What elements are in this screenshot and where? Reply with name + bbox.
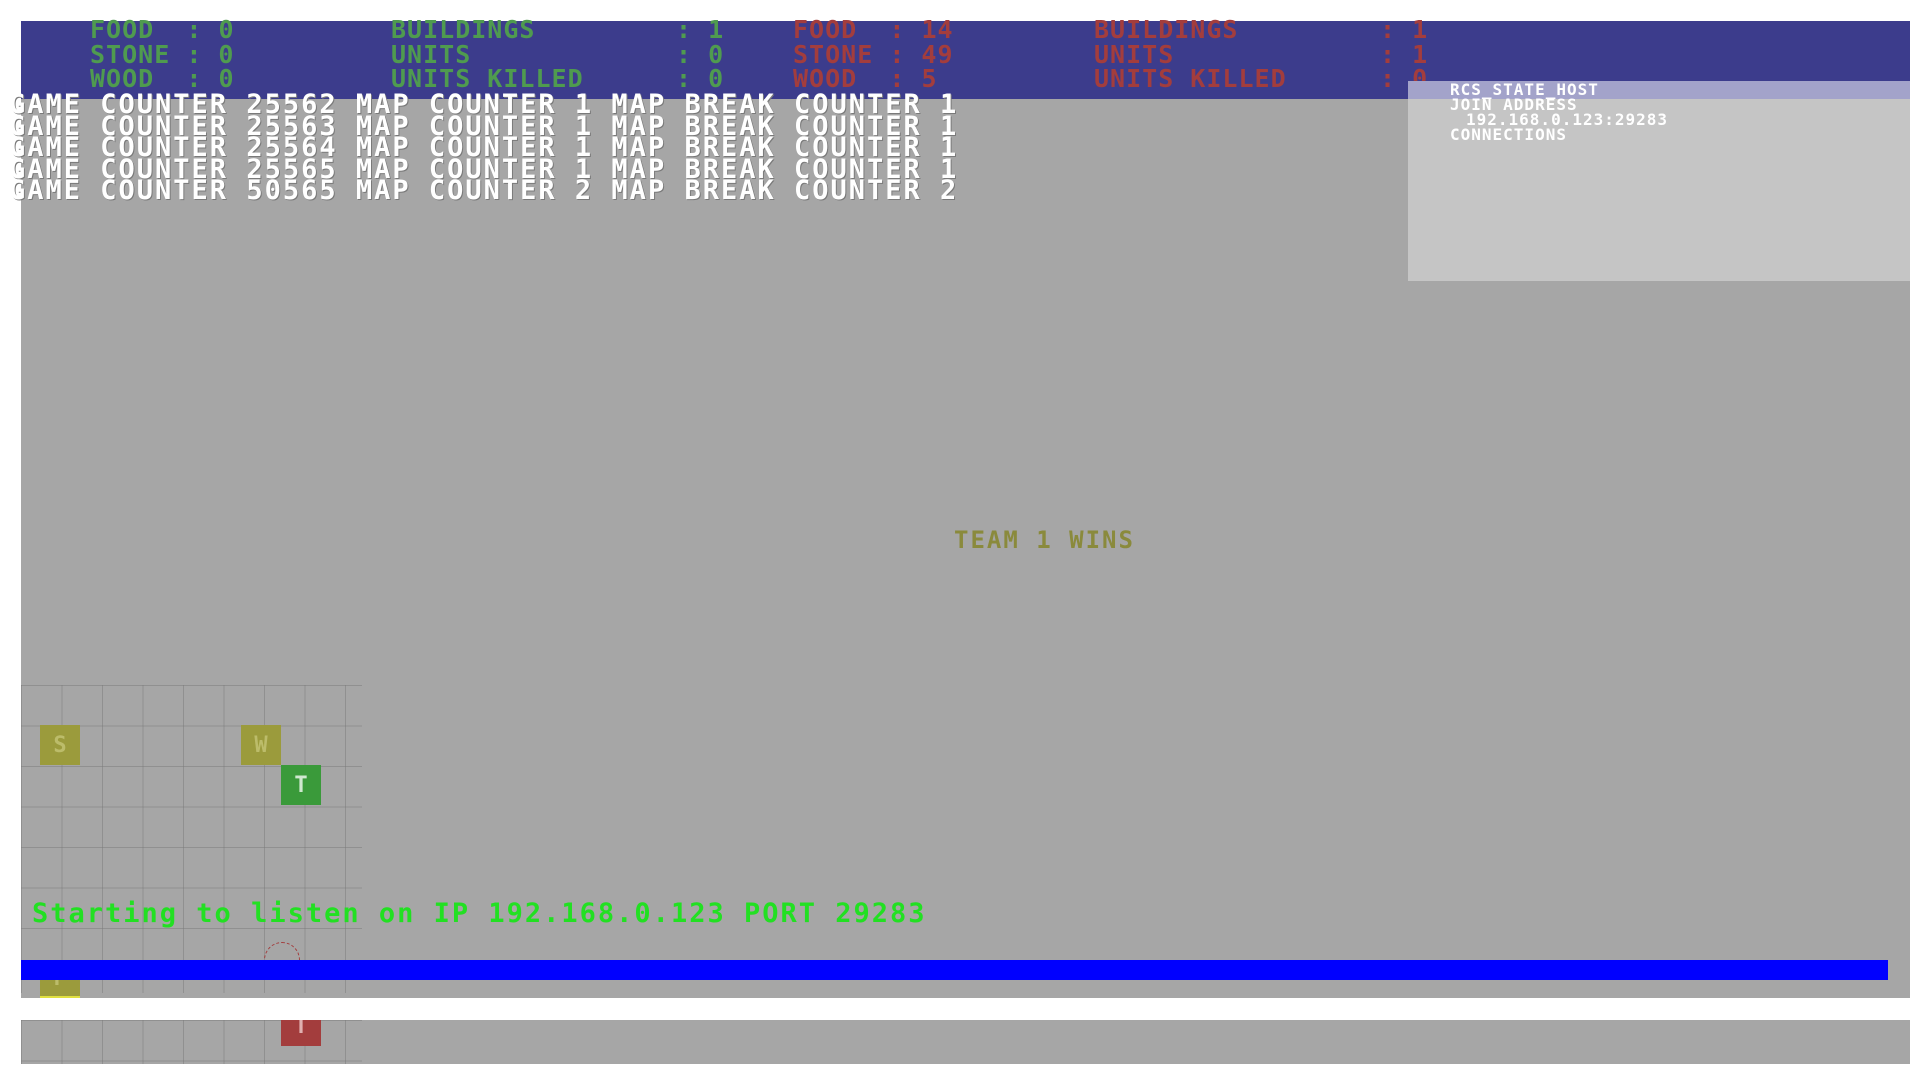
debug-line: GAME COUNTER 50565 MAP COUNTER 2 MAP BRE… — [9, 175, 959, 206]
team1-food-stat: FOOD : 0 — [90, 15, 235, 44]
team1-buildings-label: BUILDINGS — [391, 15, 536, 44]
win-message: TEAM 1 WINS — [954, 526, 1135, 554]
tile-letter: T — [294, 1020, 308, 1039]
debug-counter-log: GAME COUNTER 25562 MAP COUNTER 1 MAP BRE… — [9, 91, 959, 206]
tile-letter: W — [254, 732, 268, 758]
team2-units-killed-label: UNITS KILLED — [1094, 64, 1287, 93]
team1-buildings-value: : 1 — [676, 15, 725, 44]
map-tile-team1-townhall[interactable]: T — [281, 765, 321, 805]
team2-buildings-label: BUILDINGS — [1094, 15, 1239, 44]
team2-food-stat: FOOD : 14 — [793, 15, 954, 44]
tile-letter: T — [294, 772, 308, 798]
connections-label: CONNECTIONS — [1450, 125, 1567, 144]
network-status-panel: RCS_STATE_HOST JOIN ADDRESS 192.168.0.12… — [1408, 81, 1910, 281]
tile-letter: S — [53, 732, 67, 758]
map-tile-wood[interactable]: W — [241, 725, 281, 765]
game-screen: S W T F T FOOD : 0 STONE : 0 WOOD : 0 BU… — [0, 0, 1920, 1080]
team2-wood-stat: WOOD : 5 — [793, 64, 938, 93]
map-tile-stone[interactable]: S — [40, 725, 80, 765]
console-message: Starting to listen on IP 192.168.0.123 P… — [32, 898, 927, 929]
team1-units-killed-label: UNITS KILLED — [391, 64, 584, 93]
team1-wood-stat: WOOD : 0 — [90, 64, 235, 93]
team1-units-killed-value: : 0 — [676, 64, 725, 93]
map-tile-team2-townhall[interactable]: T — [281, 1020, 321, 1046]
team2-buildings-value: : 1 — [1380, 15, 1429, 44]
console-input-bar[interactable] — [21, 960, 1888, 980]
